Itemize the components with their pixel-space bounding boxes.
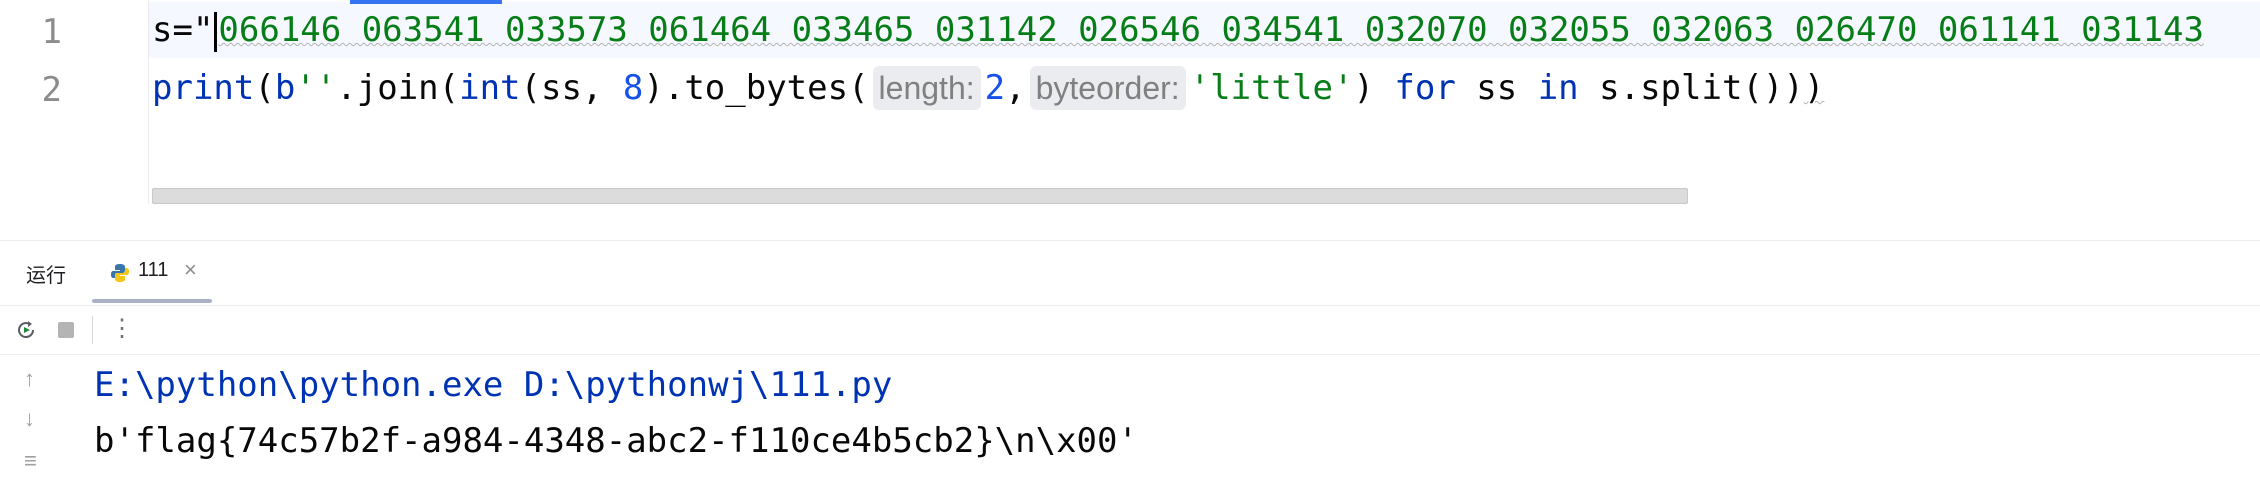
close-icon[interactable]: × <box>184 257 197 283</box>
for-keyword: for <box>1394 68 1456 108</box>
code-line-1[interactable]: s=" 066146 063541 033573 061464 033465 03… <box>152 2 2204 58</box>
split-call: s.split()) <box>1578 68 1804 108</box>
to-bytes-call: ).to_bytes( <box>643 68 869 108</box>
loop-var: ss <box>1455 68 1538 108</box>
length-number: 2 <box>984 68 1006 108</box>
base-number: 8 <box>622 68 644 108</box>
horizontal-scrollbar[interactable] <box>152 188 1688 204</box>
stop-icon[interactable] <box>58 322 74 338</box>
run-tool-window: 运行 111 × ⋮ ↑ ↓ ≡ E:\python\python.exe D:… <box>0 240 2260 495</box>
line-number-gutter: 1 2 <box>0 0 149 204</box>
last-paren: ) <box>1803 68 1825 108</box>
bytes-prefix: b <box>274 68 296 108</box>
param-hint-byteorder: byteorder: <box>1029 66 1186 110</box>
octal-string: 066146 063541 033573 061464 033465 03114… <box>218 10 2204 50</box>
code-assign: s=" <box>152 10 214 50</box>
run-tab-111[interactable]: 111 × <box>92 241 212 301</box>
arrow-down-icon[interactable]: ↓ <box>24 406 35 432</box>
print-call: print <box>152 68 255 108</box>
run-toolbar: ⋮ <box>0 305 2260 355</box>
arrow-up-icon[interactable]: ↑ <box>24 366 35 392</box>
code-editor[interactable]: 1 2 s=" 066146 063541 033573 061464 03346… <box>0 0 2260 204</box>
python-icon <box>111 264 129 282</box>
selected-tab-underline <box>92 299 212 303</box>
console-side-rail: ↑ ↓ ≡ <box>0 354 70 495</box>
line-number-1: 1 <box>41 12 62 52</box>
param-hint-length: length: <box>872 66 981 110</box>
console-output-line: b'flag{74c57b2f-a984-4348-abc2-f110ce4b5… <box>94 421 1138 461</box>
empty-bytes: '' <box>295 68 337 108</box>
soft-wrap-icon[interactable]: ≡ <box>24 448 37 474</box>
code-line-2[interactable]: print(b''.join(int(ss, 8).to_bytes(lengt… <box>152 60 1824 116</box>
join-call: .join( <box>336 68 460 108</box>
close-paren: ) <box>1353 68 1395 108</box>
int-call: int <box>459 68 521 108</box>
rerun-icon[interactable] <box>14 318 38 342</box>
comma: , <box>1005 68 1026 108</box>
int-args: (ss, <box>520 68 623 108</box>
console-command-line: E:\python\python.exe D:\pythonwj\111.py <box>94 365 893 405</box>
line-number-2: 2 <box>41 70 62 110</box>
more-icon[interactable]: ⋮ <box>110 314 134 343</box>
text-caret <box>214 11 218 52</box>
run-tab-label: 111 <box>138 259 169 281</box>
run-window-title: 运行 <box>26 265 66 287</box>
in-keyword: in <box>1537 68 1579 108</box>
paren: ( <box>254 68 275 108</box>
toolbar-divider <box>92 316 93 344</box>
byteorder-string: 'little' <box>1189 68 1354 108</box>
